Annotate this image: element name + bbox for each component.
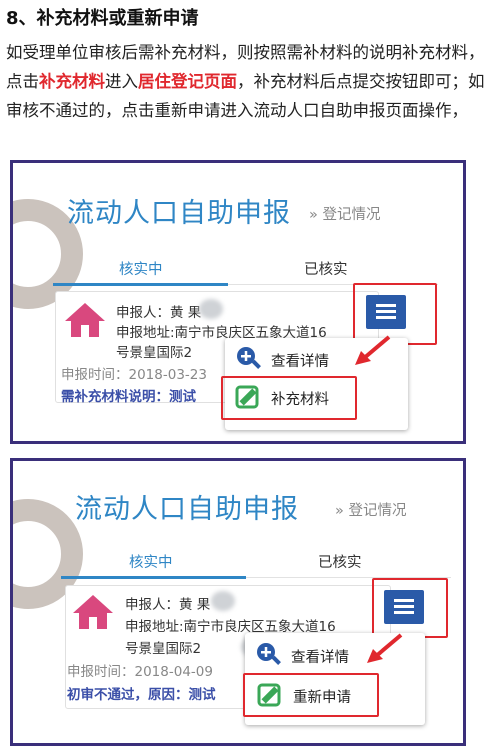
redaction-blur	[211, 591, 235, 611]
redaction-blur	[199, 299, 223, 319]
breadcrumb[interactable]: » 登记情况	[309, 203, 380, 224]
applicant-address-line2: 号景皇国际2	[125, 641, 202, 657]
applicant-name: 申报人：黄 果	[125, 597, 211, 613]
highlight-box-option	[243, 673, 379, 717]
instruction-paragraph: 如受理单位审核后需补充材料，则按照需补材料的说明补充材料，点击补充材料进入居住登…	[6, 38, 494, 125]
view-details-label: 查看详情	[271, 354, 329, 370]
rejection-note: 初审不通过，原因：测试	[67, 687, 216, 703]
magnifier-plus-icon	[257, 643, 281, 665]
tab-verifying[interactable]: 核实中	[119, 258, 163, 279]
view-details-label: 查看详情	[291, 650, 349, 666]
app-title: 流动人口自助申报	[75, 494, 299, 525]
applicant-address-line2: 号景皇国际2	[116, 345, 193, 361]
application-time: 申报时间：2018-03-23	[61, 367, 207, 383]
applicant-address: 申报地址:南宁市良庆区五象大道16	[125, 619, 336, 635]
tab-verifying[interactable]: 核实中	[129, 551, 173, 572]
highlight-registration-page-text: 居住登记页面	[138, 72, 237, 91]
highlight-box-option	[221, 376, 357, 420]
active-tab-indicator	[53, 283, 228, 286]
house-icon	[65, 303, 105, 337]
highlight-supplement-text: 补充材料	[39, 72, 105, 91]
app-title: 流动人口自助申报	[67, 198, 291, 229]
screenshot-panel-supplement: 流动人口自助申报 » 登记情况 核实中 已核实 申报人：黄 果 申报地址:南宁市…	[10, 160, 466, 444]
active-tab-indicator	[61, 576, 246, 579]
tab-verified[interactable]: 已核实	[318, 551, 362, 572]
house-icon	[73, 595, 113, 629]
paragraph-text-2: 进入	[105, 72, 138, 91]
screenshot-panel-reapply: 流动人口自助申报 » 登记情况 核实中 已核实 申报人：黄 果 申报地址:南宁市…	[10, 458, 466, 746]
document-heading: 8、补充材料或重新申请	[6, 8, 199, 29]
tab-verified[interactable]: 已核实	[304, 258, 348, 279]
supplement-note: 需补充材料说明：测试	[61, 389, 196, 405]
breadcrumb[interactable]: » 登记情况	[335, 499, 406, 520]
applicant-name: 申报人：黄 果	[116, 305, 202, 321]
red-arrow-icon	[355, 335, 391, 365]
application-time: 申报时间：2018-04-09	[67, 664, 213, 680]
red-arrow-icon	[367, 633, 403, 663]
highlight-box-menu	[372, 578, 448, 638]
magnifier-plus-icon	[237, 347, 261, 369]
